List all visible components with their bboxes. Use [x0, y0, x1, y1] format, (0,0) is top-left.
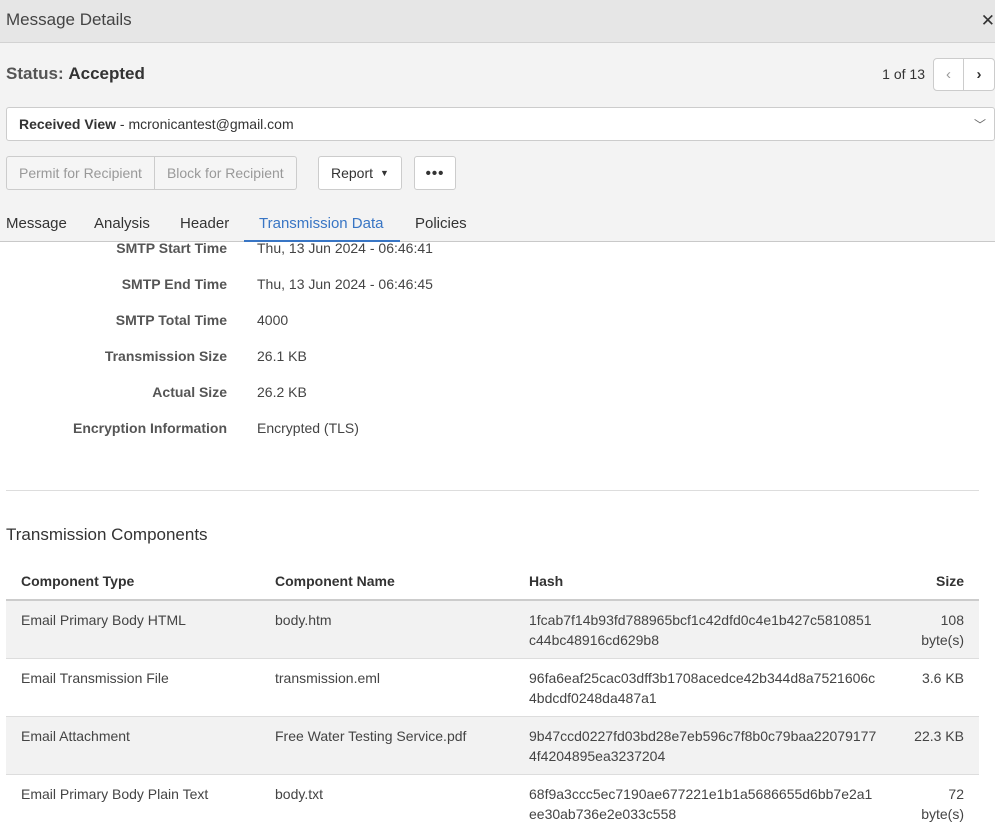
chevron-right-icon: ›	[976, 66, 982, 83]
property-value: 26.1 KB	[257, 348, 307, 364]
component-hash: 9b47ccd0227fd03bd28e7eb596c7f8b0c79baa22…	[514, 716, 898, 775]
table-row: Email Primary Body HTML body.htm 1fcab7f…	[6, 600, 979, 659]
status-value: Accepted	[68, 64, 145, 83]
component-type: Email Primary Body HTML	[6, 600, 260, 659]
previous-button[interactable]: ‹	[933, 58, 964, 91]
status: Status: Accepted	[6, 64, 145, 84]
pager: ‹ ›	[933, 58, 995, 91]
column-header: Component Type	[6, 567, 260, 601]
components-table: Component Type Component Name Hash Size …	[6, 567, 979, 831]
transmission-data-panel[interactable]: SMTP Start Time Thu, 13 Jun 2024 - 06:46…	[0, 242, 995, 831]
component-name: body.txt	[260, 774, 514, 831]
close-icon[interactable]: ✕	[981, 11, 995, 31]
property-label: SMTP Start Time	[116, 242, 227, 256]
table-header-row: Component Type Component Name Hash Size	[6, 567, 979, 601]
pager-count: 1 of 13	[882, 66, 925, 82]
permit-for-recipient-button[interactable]: Permit for Recipient	[6, 156, 155, 190]
table-row: Email Attachment Free Water Testing Serv…	[6, 716, 979, 775]
property-value: Encrypted (TLS)	[257, 420, 359, 436]
property-label: SMTP Total Time	[115, 312, 227, 328]
caret-down-icon: ▼	[380, 168, 389, 178]
table-row: Email Primary Body Plain Text body.txt 6…	[6, 774, 979, 831]
column-header: Hash	[514, 567, 898, 601]
property-value: Thu, 13 Jun 2024 - 06:46:45	[257, 276, 433, 292]
report-button-label: Report	[331, 165, 374, 181]
component-name: Free Water Testing Service.pdf	[260, 716, 514, 775]
view-select-email: mcronicantest@gmail.com	[128, 116, 294, 132]
window-title: Message Details	[6, 10, 132, 29]
property-label: Encryption Information	[73, 420, 227, 436]
title-bar: Message Details ✕	[0, 0, 995, 43]
block-for-recipient-button[interactable]: Block for Recipient	[154, 156, 297, 190]
component-type: Email Transmission File	[6, 658, 260, 717]
component-hash: 1fcab7f14b93fd788965bcf1c42dfd0c4e1b427c…	[514, 600, 898, 659]
property-value: 26.2 KB	[257, 384, 307, 400]
next-button[interactable]: ›	[964, 58, 995, 91]
component-name: body.htm	[260, 600, 514, 659]
component-size: 108 byte(s)	[898, 600, 979, 659]
divider	[6, 490, 979, 491]
view-select[interactable]: Received View - mcronicantest@gmail.com …	[6, 107, 995, 141]
tab-bar: Message Analysis Header Transmission Dat…	[0, 205, 995, 242]
column-header: Size	[898, 567, 979, 601]
component-size: 3.6 KB	[898, 658, 979, 717]
property-label: SMTP End Time	[121, 276, 227, 292]
view-select-separator: -	[116, 116, 129, 132]
property-label: Actual Size	[152, 384, 227, 400]
tab-message[interactable]: Message	[6, 215, 67, 232]
more-actions-button[interactable]: •••	[414, 156, 456, 190]
property-value: Thu, 13 Jun 2024 - 06:46:41	[257, 242, 433, 256]
table-row: Email Transmission File transmission.eml…	[6, 658, 979, 717]
chevron-left-icon: ‹	[946, 66, 951, 83]
column-header: Component Name	[260, 567, 514, 601]
property-value: 4000	[257, 312, 289, 328]
component-name: transmission.eml	[260, 658, 514, 717]
report-button[interactable]: Report ▼	[318, 156, 402, 190]
property-label: Transmission Size	[104, 348, 227, 364]
tab-analysis[interactable]: Analysis	[94, 215, 150, 232]
tab-policies[interactable]: Policies	[415, 215, 467, 232]
component-hash: 68f9a3ccc5ec7190ae677221e1b1a5686655d6bb…	[514, 774, 898, 831]
section-title: Transmission Components	[6, 525, 208, 544]
recipient-actions: Permit for Recipient Block for Recipient	[6, 156, 297, 190]
component-type: Email Primary Body Plain Text	[6, 774, 260, 831]
view-select-label: Received View	[19, 116, 117, 132]
component-size: 72 byte(s)	[898, 774, 979, 831]
component-size: 22.3 KB	[898, 716, 979, 775]
component-hash: 96fa6eaf25cac03dff3b1708acedce42b344d8a7…	[514, 658, 898, 717]
component-type: Email Attachment	[6, 716, 260, 775]
chevron-down-icon: ﹀	[973, 118, 986, 132]
status-label: Status:	[6, 64, 64, 83]
tab-transmission-data[interactable]: Transmission Data	[259, 215, 383, 232]
tab-header[interactable]: Header	[180, 215, 229, 232]
